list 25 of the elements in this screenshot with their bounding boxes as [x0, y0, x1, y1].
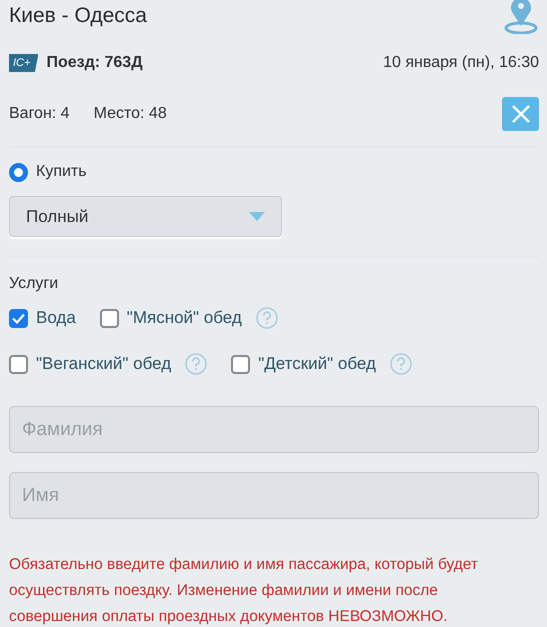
seat-number: Место: 48 [94, 104, 167, 124]
departure-datetime: 10 января (пн), 16:30 [383, 53, 539, 73]
close-button[interactable] [502, 97, 539, 131]
route-title: Киев - Одесса [9, 3, 147, 29]
warning-text: Обязательно введите фамилию и имя пассажира, который будет осуществлять поездку. Изменение фамилии и имени после совершения оплаты проездных документов НЕВОЗМОЖНО. [9, 555, 479, 627]
radio-button[interactable] [9, 162, 28, 182]
checkbox-label: "Веганский" обед [36, 353, 172, 376]
train-number: Поезд: 763Д [46, 53, 143, 73]
train-logo: IC+ [9, 54, 38, 72]
fare-dropdown[interactable]: Полный [9, 196, 282, 237]
close-icon [510, 104, 530, 124]
checkbox[interactable] [9, 354, 28, 374]
map-pin-icon[interactable] [503, 0, 539, 34]
checkbox-label: Вода [36, 307, 76, 330]
text-field[interactable]: Фамилия [9, 406, 539, 453]
checkbox[interactable] [231, 354, 250, 374]
radio-label: Купить [36, 162, 87, 182]
caret-icon [249, 212, 265, 222]
checkbox-label: "Мясной" обед [126, 307, 242, 330]
wagon-number: Вагон: 4 [9, 104, 70, 124]
section-title: Услуги [9, 274, 60, 294]
checkbox-label: "Детский" обед [258, 353, 376, 376]
checkbox[interactable] [100, 308, 119, 328]
text-field[interactable]: Имя [9, 472, 539, 519]
checkbox[interactable] [9, 308, 28, 328]
